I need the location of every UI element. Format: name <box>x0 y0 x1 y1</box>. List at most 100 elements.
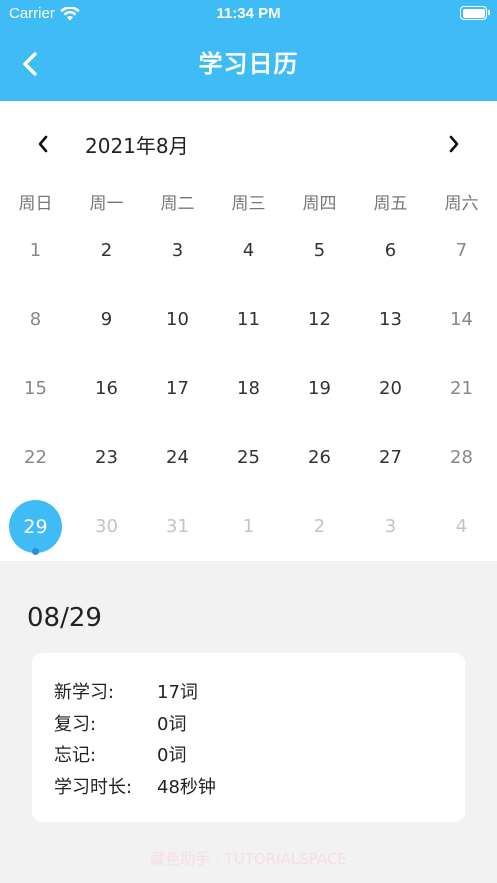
calendar-day[interactable]: 10 <box>142 285 213 354</box>
calendar-day[interactable]: 2 <box>284 492 355 561</box>
calendar-day[interactable]: 9 <box>71 285 142 354</box>
weekday-label: 周六 <box>444 194 479 214</box>
calendar-day[interactable]: 15 <box>0 354 71 423</box>
weekday-label: 周四 <box>302 194 337 214</box>
stat-label: 复习: <box>54 713 97 735</box>
weekday-label: 周五 <box>373 194 408 214</box>
navigation-header: Carrier 11:34 PM 学习日历 <box>0 0 497 101</box>
stat-value: 0词 <box>157 713 187 735</box>
calendar-day[interactable]: 1 <box>0 216 71 285</box>
weekday-label: 周二 <box>160 194 195 214</box>
chevron-left-icon <box>38 135 48 153</box>
calendar-day[interactable]: 26 <box>284 423 355 492</box>
calendar-day[interactable]: 30 <box>71 492 142 561</box>
calendar-day[interactable]: 31 <box>142 492 213 561</box>
status-time: 11:34 PM <box>216 5 281 22</box>
day-number: 14 <box>450 309 473 330</box>
calendar-day[interactable]: 14 <box>426 285 497 354</box>
day-number: 1 <box>242 516 255 537</box>
day-number: 7 <box>455 240 468 261</box>
day-number: 17 <box>166 378 189 399</box>
calendar-day[interactable]: 23 <box>71 423 142 492</box>
calendar-week: 15 16 17 18 19 20 21 <box>0 354 497 423</box>
calendar-day[interactable]: 2 <box>71 216 142 285</box>
day-number: 15 <box>24 378 47 399</box>
calendar-day[interactable]: 8 <box>0 285 71 354</box>
day-number: 5 <box>313 240 326 261</box>
day-number: 18 <box>237 378 260 399</box>
calendar-day[interactable]: 4 <box>213 216 284 285</box>
month-navigator: 2021年8月 <box>0 126 497 162</box>
day-number: 2 <box>100 240 113 261</box>
day-number: 9 <box>100 309 113 330</box>
day-number: 28 <box>450 447 473 468</box>
weekday-header: 周日 周一 周二 周三 周四 周五 周六 <box>0 189 497 214</box>
day-number: 21 <box>450 378 473 399</box>
calendar-day[interactable]: 11 <box>213 285 284 354</box>
previous-month-button[interactable] <box>29 130 57 158</box>
calendar-day[interactable]: 17 <box>142 354 213 423</box>
day-number: 23 <box>95 447 118 468</box>
stat-value: 0词 <box>157 745 187 766</box>
day-number: 20 <box>379 378 402 399</box>
stat-label: 学习时长: <box>54 776 133 798</box>
day-number: 13 <box>379 309 402 330</box>
calendar-day[interactable]: 21 <box>426 354 497 423</box>
day-number: 4 <box>455 516 468 537</box>
calendar-day[interactable]: 6 <box>355 216 426 285</box>
calendar-day[interactable]: 22 <box>0 423 71 492</box>
day-number: 22 <box>24 447 47 468</box>
day-number: 24 <box>166 447 189 468</box>
calendar-day-selected[interactable]: 29 <box>0 492 71 561</box>
calendar-week: 8 9 10 11 12 13 14 <box>0 285 497 354</box>
day-number: 3 <box>171 240 184 261</box>
calendar-day[interactable]: 3 <box>142 216 213 285</box>
stat-row-review: 复习: 0词 <box>54 709 443 741</box>
battery-icon <box>460 6 490 20</box>
next-month-button[interactable] <box>440 130 468 158</box>
day-number: 31 <box>166 516 189 537</box>
calendar-day[interactable]: 13 <box>355 285 426 354</box>
day-grid: 1 2 3 4 5 6 7 8 9 10 11 12 13 14 15 16 1… <box>0 216 497 561</box>
day-number: 30 <box>95 516 118 537</box>
day-number: 27 <box>379 447 402 468</box>
day-number: 10 <box>166 309 189 330</box>
calendar-day[interactable]: 28 <box>426 423 497 492</box>
calendar-day[interactable]: 5 <box>284 216 355 285</box>
status-bar: Carrier 11:34 PM <box>0 0 497 30</box>
calendar-day[interactable]: 27 <box>355 423 426 492</box>
day-number: 4 <box>242 240 255 261</box>
day-number: 8 <box>29 309 42 330</box>
calendar-day[interactable]: 20 <box>355 354 426 423</box>
day-number: 12 <box>308 309 331 330</box>
calendar-day[interactable]: 19 <box>284 354 355 423</box>
weekday-label: 周三 <box>231 194 266 214</box>
calendar: 2021年8月 周日 周一 周二 周三 周四 周五 周六 1 2 3 4 5 6… <box>0 101 497 561</box>
day-number: 26 <box>308 447 331 468</box>
calendar-day[interactable]: 4 <box>426 492 497 561</box>
calendar-day[interactable]: 18 <box>213 354 284 423</box>
stat-row-forgotten: 忘记: 0词 <box>54 740 443 772</box>
chevron-right-icon <box>449 135 459 153</box>
watermark: 藏色助手 · TUTORIALSPACE <box>150 850 347 868</box>
calendar-day[interactable]: 16 <box>71 354 142 423</box>
stat-label: 新学习: <box>54 682 115 703</box>
calendar-day[interactable]: 24 <box>142 423 213 492</box>
calendar-week: 22 23 24 25 26 27 28 <box>0 423 497 492</box>
calendar-day[interactable]: 12 <box>284 285 355 354</box>
calendar-day[interactable]: 1 <box>213 492 284 561</box>
calendar-day[interactable]: 3 <box>355 492 426 561</box>
calendar-day[interactable]: 25 <box>213 423 284 492</box>
calendar-week: 1 2 3 4 5 6 7 <box>0 216 497 285</box>
day-number: 1 <box>29 240 42 261</box>
calendar-day[interactable]: 7 <box>426 216 497 285</box>
day-number: 2 <box>313 516 326 537</box>
stat-row-duration: 学习时长: 48秒钟 <box>54 772 443 804</box>
stat-row-new: 新学习: 17词 <box>54 677 443 709</box>
month-label: 2021年8月 <box>85 134 189 158</box>
weekday-label: 周一 <box>89 194 124 214</box>
day-number: 3 <box>384 516 397 537</box>
day-number: 6 <box>384 240 397 261</box>
stat-value: 17词 <box>157 682 198 703</box>
day-number: 16 <box>95 378 118 399</box>
